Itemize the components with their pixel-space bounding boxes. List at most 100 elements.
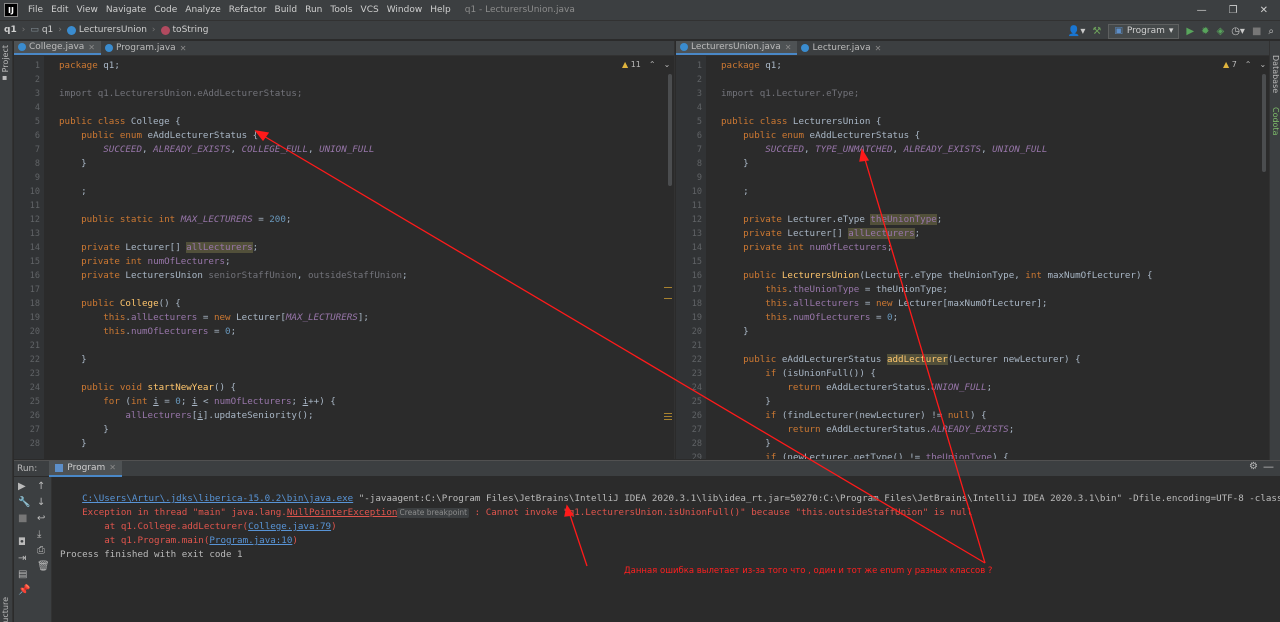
- create-breakpoint-button[interactable]: Create breakpoint: [397, 508, 470, 518]
- layout-icon[interactable]: ▤: [18, 569, 27, 580]
- breadcrumb-project[interactable]: q1: [0, 25, 21, 35]
- code-line[interactable]: }: [721, 395, 771, 409]
- code-line[interactable]: this.numOfLecturers = 0;: [721, 311, 898, 325]
- code-line[interactable]: SUCCEED, ALREADY_EXISTS, COLLEGE_FULL, U…: [59, 143, 374, 157]
- stop-icon[interactable]: ■: [1252, 26, 1261, 37]
- restore-icon[interactable]: ❐: [1229, 5, 1238, 16]
- code-line[interactable]: import q1.LecturersUnion.eAddLecturerSta…: [59, 87, 302, 101]
- code-line[interactable]: }: [721, 157, 749, 171]
- run-configuration-select[interactable]: ▣ Program ▾: [1108, 23, 1180, 39]
- codota-tool-tab[interactable]: Codota: [1271, 107, 1280, 136]
- camera-icon[interactable]: ◘: [18, 537, 26, 548]
- code-line[interactable]: }: [59, 437, 87, 451]
- code-line[interactable]: import q1.Lecturer.eType;: [721, 87, 859, 101]
- code-line[interactable]: if (findLecturer(newLecturer) != null) {: [721, 409, 986, 423]
- code-line[interactable]: public void startNewYear() {: [59, 381, 236, 395]
- program-java-link[interactable]: Program.java:10: [209, 535, 292, 546]
- code-line[interactable]: package q1;: [59, 59, 120, 73]
- scroll-to-end-icon[interactable]: ⤓: [37, 529, 41, 540]
- wrench-icon[interactable]: 🔧: [18, 497, 30, 508]
- tab-lecturersunion-java[interactable]: LecturersUnion.java ✕: [676, 41, 798, 55]
- code-line[interactable]: ;: [59, 185, 87, 199]
- menu-edit[interactable]: Edit: [47, 5, 72, 15]
- code-line[interactable]: public static int MAX_LECTURERS = 200;: [59, 213, 291, 227]
- stop-icon[interactable]: ■: [18, 513, 27, 524]
- menu-run[interactable]: Run: [301, 5, 326, 15]
- code-line[interactable]: ;: [721, 185, 749, 199]
- vertical-scrollbar[interactable]: [668, 74, 672, 186]
- project-tool-tab[interactable]: Project: [1, 45, 10, 72]
- menu-help[interactable]: Help: [426, 5, 455, 15]
- close-icon[interactable]: ✕: [180, 44, 187, 53]
- code-line[interactable]: public enum eAddLecturerStatus {: [59, 129, 258, 143]
- minimize-icon[interactable]: —: [1197, 5, 1207, 16]
- menu-navigate[interactable]: Navigate: [102, 5, 150, 15]
- code-line[interactable]: if (newLecturer.getType() != theUnionTyp…: [721, 451, 1008, 459]
- arrow-down-icon[interactable]: ↓: [37, 497, 45, 508]
- vertical-scrollbar[interactable]: [1262, 74, 1266, 172]
- console-output[interactable]: C:\Users\Artur\.jdks\liberica-15.0.2\bin…: [53, 477, 1280, 622]
- run-icon[interactable]: ▶: [1186, 26, 1194, 37]
- code-line[interactable]: public College() {: [59, 297, 181, 311]
- code-line[interactable]: if (isUnionFull()) {: [721, 367, 876, 381]
- close-icon[interactable]: ✕: [88, 43, 95, 52]
- exit-icon[interactable]: ⇥: [18, 553, 26, 564]
- code-line[interactable]: public enum eAddLecturerStatus {: [721, 129, 920, 143]
- menu-view[interactable]: View: [73, 5, 102, 15]
- build-hammer-icon[interactable]: ⚒: [1092, 26, 1101, 37]
- menu-tools[interactable]: Tools: [326, 5, 356, 15]
- project-folder-icon[interactable]: ▪: [2, 73, 7, 82]
- soft-wrap-icon[interactable]: ↩: [37, 513, 45, 524]
- menu-window[interactable]: Window: [383, 5, 427, 15]
- code-line[interactable]: }: [59, 423, 109, 437]
- rerun-icon[interactable]: ▶: [18, 481, 26, 492]
- coverage-icon[interactable]: ◈: [1216, 26, 1224, 37]
- menu-build[interactable]: Build: [271, 5, 302, 15]
- close-icon[interactable]: ✕: [785, 43, 792, 52]
- code-line[interactable]: package q1;: [721, 59, 782, 73]
- search-icon[interactable]: ⌕: [1268, 26, 1274, 37]
- run-tab-program[interactable]: Program ✕: [49, 460, 122, 477]
- tab-program-java[interactable]: Program.java ✕: [101, 41, 192, 55]
- structure-tool-tab[interactable]: Structure: [1, 597, 10, 622]
- trash-icon[interactable]: 🗑: [37, 561, 50, 572]
- breadcrumb-class[interactable]: LecturersUnion: [63, 25, 151, 35]
- arrow-up-icon[interactable]: ↑: [37, 481, 45, 492]
- chevron-up-icon[interactable]: ⌃: [649, 60, 656, 69]
- code-line[interactable]: }: [59, 353, 87, 367]
- debug-icon[interactable]: ✹: [1201, 26, 1209, 37]
- minimize-panel-icon[interactable]: —: [1263, 460, 1274, 473]
- database-tool-tab[interactable]: Database: [1271, 55, 1280, 93]
- pin-icon[interactable]: 📌: [18, 585, 30, 596]
- code-line[interactable]: private Lecturer[] allLecturers;: [721, 227, 920, 241]
- code-line[interactable]: this.allLecturers = new Lecturer[maxNumO…: [721, 297, 1047, 311]
- code-line[interactable]: this.numOfLecturers = 0;: [59, 325, 236, 339]
- code-line[interactable]: for (int i = 0; i < numOfLecturers; i++)…: [59, 395, 336, 409]
- code-area-right[interactable]: 1 package q1; 2 3 import q1.Lecturer.eType; 4…: [676, 56, 1269, 459]
- profile-icon[interactable]: ◷▾: [1231, 26, 1245, 37]
- code-line[interactable]: allLecturers[i].updateSeniority();: [59, 409, 313, 423]
- tab-lecturer-java[interactable]: Lecturer.java ✕: [797, 41, 887, 55]
- breadcrumb-package[interactable]: ▭ q1: [26, 25, 57, 35]
- code-line[interactable]: }: [59, 157, 87, 171]
- code-line[interactable]: this.allLecturers = new Lecturer[MAX_LEC…: [59, 311, 369, 325]
- menu-refactor[interactable]: Refactor: [225, 5, 271, 15]
- code-line[interactable]: this.theUnionType = theUnionType;: [721, 283, 948, 297]
- menu-file[interactable]: File: [24, 5, 47, 15]
- inspection-widget[interactable]: ▲ 7 ⌃ ⌄: [1223, 60, 1266, 69]
- code-line[interactable]: public eAddLecturerStatus addLecturer(Le…: [721, 353, 1081, 367]
- print-icon[interactable]: ⎙: [37, 545, 45, 556]
- code-line[interactable]: public LecturersUnion(Lecturer.eType the…: [721, 269, 1152, 283]
- close-icon[interactable]: ✕: [875, 44, 882, 53]
- close-icon[interactable]: ✕: [1260, 5, 1268, 16]
- code-line[interactable]: return eAddLecturerStatus.UNION_FULL;: [721, 381, 992, 395]
- menu-analyze[interactable]: Analyze: [181, 5, 224, 15]
- close-icon[interactable]: ✕: [109, 463, 116, 472]
- code-line[interactable]: }: [721, 437, 771, 451]
- menu-vcs[interactable]: VCS: [357, 5, 383, 15]
- code-line[interactable]: public class LecturersUnion {: [721, 115, 881, 129]
- code-line[interactable]: public class College {: [59, 115, 181, 129]
- code-line[interactable]: private LecturersUnion seniorStaffUnion,…: [59, 269, 407, 283]
- breadcrumb-method[interactable]: toString: [157, 25, 213, 35]
- code-line[interactable]: private int numOfLecturers;: [721, 241, 892, 255]
